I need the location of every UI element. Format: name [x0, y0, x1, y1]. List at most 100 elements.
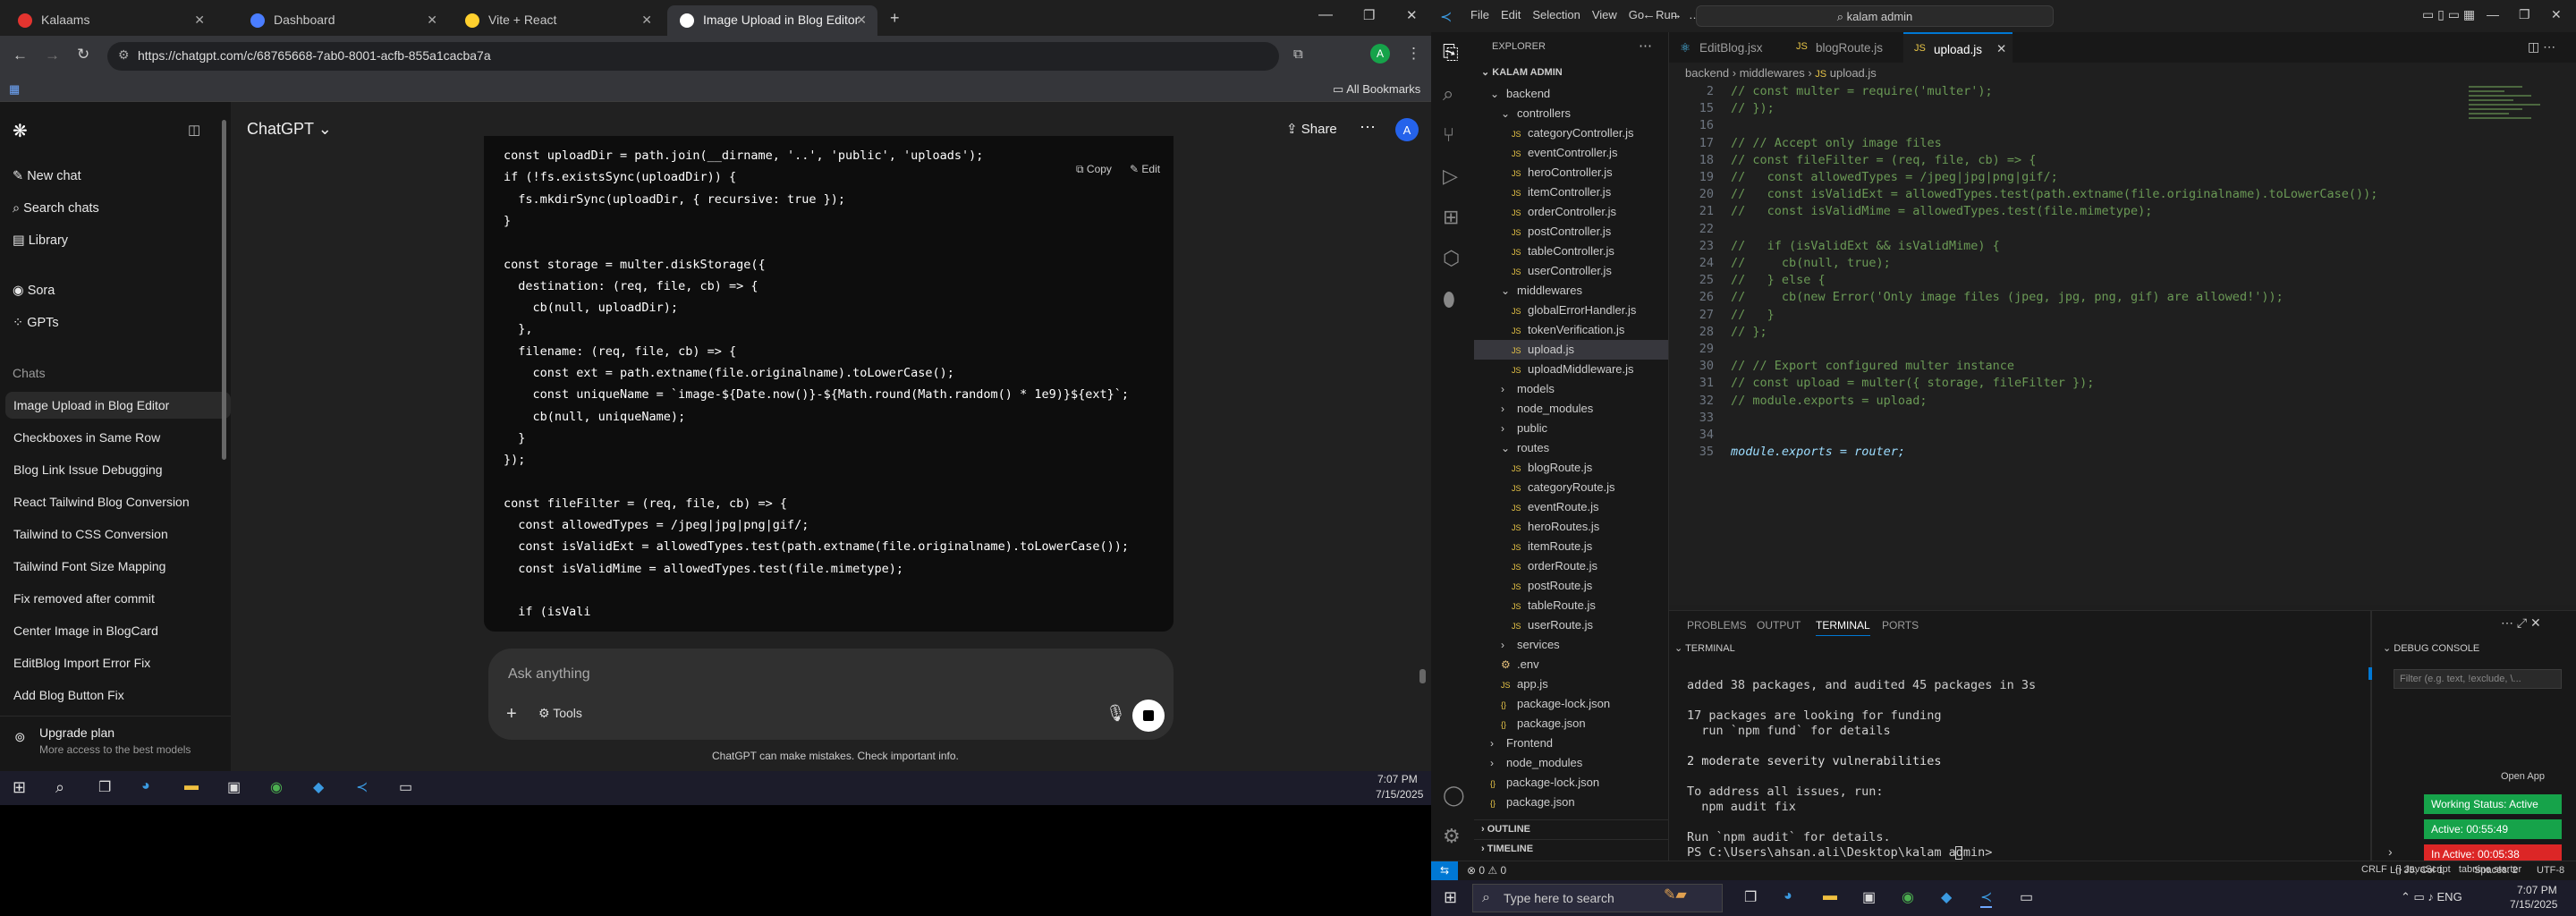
tree-item[interactable]: JS categoryController.js	[1474, 123, 1668, 143]
app-icon[interactable]: ◆	[1941, 888, 1952, 906]
panel-divider[interactable]	[2370, 610, 2372, 861]
edge-icon[interactable]: ◕	[1784, 888, 1792, 904]
main-scrollbar[interactable]	[1419, 669, 1426, 683]
chat-item[interactable]: Tailwind Font Size Mapping	[0, 553, 225, 580]
chat-item[interactable]: Fix removed after commit	[0, 585, 225, 612]
command-center[interactable]: ⌕ kalam admin	[1696, 5, 2054, 27]
edit-button[interactable]: ✎ Edit	[1130, 163, 1160, 175]
tree-item[interactable]: JS itemRoute.js	[1474, 537, 1668, 556]
terminal-icon[interactable]: ▭	[2020, 888, 2033, 906]
tree-item[interactable]: JS userRoute.js	[1474, 615, 1668, 635]
gear-icon[interactable]: ⚙	[1443, 825, 1461, 848]
all-bookmarks[interactable]: ▭ All Bookmarks	[1333, 82, 1420, 97]
language-mode[interactable]: {} JavaScript	[2395, 864, 2451, 875]
breadcrumb-item[interactable]: backend	[1685, 66, 1729, 80]
store-icon[interactable]: ▣	[227, 778, 241, 796]
tree-item[interactable]: ⚙ .env	[1474, 655, 1668, 674]
debug-console-header[interactable]: ⌄ DEBUG CONSOLE	[2383, 640, 2576, 657]
terminal-header[interactable]: ⌄ TERMINAL	[1669, 640, 2385, 657]
tree-item[interactable]: JS tableController.js	[1474, 242, 1668, 261]
tree-item[interactable]: JS eventRoute.js	[1474, 497, 1668, 517]
browser-tab-3[interactable]: Image Upload in Blog Editor ✕	[667, 5, 877, 36]
system-tray-icons[interactable]: ⌃ ▭ ♪ ENG	[2401, 890, 2462, 904]
search-icon[interactable]: ⌕	[55, 778, 64, 797]
task-view-icon[interactable]: ❐	[98, 778, 111, 796]
close-window-icon[interactable]: ✕	[1406, 7, 1418, 23]
tree-item[interactable]: JS tableRoute.js	[1474, 596, 1668, 615]
tree-item[interactable]: JS heroRoutes.js	[1474, 517, 1668, 537]
share-button[interactable]: ⇪ Share	[1286, 121, 1337, 137]
tree-item[interactable]: JS uploadMiddleware.js	[1474, 360, 1668, 379]
chat-item[interactable]: Tailwind to CSS Conversion	[0, 521, 225, 547]
nav-gpts[interactable]: ⁘ GPTs	[13, 316, 59, 330]
new-tab-icon[interactable]: +	[890, 9, 900, 28]
chat-item[interactable]: Center Image in BlogCard	[0, 617, 225, 644]
apps-icon[interactable]: ▦	[9, 82, 20, 97]
terminal-icon[interactable]: ▭	[399, 778, 412, 796]
account-icon[interactable]: ◯	[1443, 784, 1465, 807]
line-ending[interactable]: CRLF	[2361, 864, 2387, 875]
panel-tab-ports[interactable]: PORTS	[1882, 619, 1919, 632]
tree-item[interactable]: JS userController.js	[1474, 261, 1668, 281]
edge-icon[interactable]: ◕	[141, 778, 150, 794]
tree-item[interactable]: JS app.js	[1474, 674, 1668, 694]
windows-start-icon[interactable]: ⊞	[1444, 888, 1457, 907]
close-window-icon[interactable]: ✕	[2551, 7, 2562, 22]
address-bar[interactable]: https://chatgpt.com/c/68765668-7ab0-8001…	[107, 42, 1279, 71]
nav-search-chats[interactable]: ⌕ Search chats	[13, 201, 99, 216]
back-icon[interactable]: ←	[13, 47, 28, 64]
minimize-icon[interactable]: —	[1318, 7, 1333, 23]
forward-icon[interactable]: →	[45, 47, 60, 64]
more-icon[interactable]: ⋯	[1639, 38, 1652, 54]
vscode-icon[interactable]: ≺	[1980, 888, 1993, 908]
maximize-icon[interactable]: ❐	[1363, 7, 1375, 23]
file-explorer-icon[interactable]: ▬	[1823, 888, 1837, 904]
chat-item[interactable]: EditBlog Import Error Fix	[0, 649, 225, 676]
tree-item[interactable]: › services	[1474, 635, 1668, 655]
toggle-sidebar-icon[interactable]: ◫	[188, 122, 200, 138]
mic-icon[interactable]: 🎙	[1106, 704, 1126, 723]
tree-item[interactable]: JS orderRoute.js	[1474, 556, 1668, 576]
nav-new-chat[interactable]: ✎ New chat	[13, 169, 81, 183]
extensions-icon[interactable]: ⊞	[1443, 206, 1459, 229]
minimize-icon[interactable]: —	[2487, 7, 2499, 21]
menu-item[interactable]: View	[1592, 8, 1617, 21]
chrome-icon[interactable]: ◉	[1902, 888, 1914, 906]
tabnine-status[interactable]: tabnine starter	[2459, 864, 2521, 875]
chat-item[interactable]: Add Blog Button Fix	[0, 682, 225, 708]
back-icon[interactable]: ←	[1642, 7, 1656, 22]
tree-item[interactable]: JS globalErrorHandler.js	[1474, 301, 1668, 320]
tree-item[interactable]: ⌄ controllers	[1474, 104, 1668, 123]
chat-item[interactable]: Image Upload in Blog Editor	[5, 392, 231, 419]
mongodb-icon[interactable]: ⬮	[1443, 288, 1455, 311]
nav-sora[interactable]: ◉ Sora	[13, 284, 55, 298]
sidebar-scrollbar[interactable]	[222, 120, 226, 460]
editor-tab-editblog[interactable]: ⚛ EditBlog.jsx	[1669, 32, 1784, 63]
layout-icon[interactable]: ▭ ▯ ▭ ▦	[2422, 7, 2475, 22]
openai-logo-icon[interactable]: ❋	[13, 120, 28, 142]
tree-item[interactable]: JS postController.js	[1474, 222, 1668, 242]
maximize-icon[interactable]: ❐	[2519, 7, 2530, 22]
store-icon[interactable]: ▣	[1862, 888, 1876, 906]
close-icon[interactable]: ✕	[1996, 42, 2006, 56]
panel-tab-problems[interactable]: PROBLEMS	[1687, 619, 1747, 632]
close-icon[interactable]: ✕	[856, 13, 867, 28]
chat-item[interactable]: Blog Link Issue Debugging	[0, 456, 225, 483]
prompt-input[interactable]: Ask anything	[508, 666, 590, 683]
tree-item[interactable]: › node_modules	[1474, 399, 1668, 419]
tree-item[interactable]: JS eventController.js	[1474, 143, 1668, 163]
close-icon[interactable]: ✕	[641, 13, 652, 28]
menu-item[interactable]: Selection	[1532, 8, 1580, 21]
chat-item[interactable]: React Tailwind Blog Conversion	[0, 488, 225, 515]
editor-tab-blogroute[interactable]: JS blogRoute.js	[1785, 32, 1902, 63]
panel-actions-icon[interactable]: ⋯ ⤢ ✕	[2501, 615, 2541, 631]
outline-section[interactable]: › OUTLINE	[1474, 819, 1668, 839]
run-debug-icon[interactable]: ▷	[1443, 165, 1458, 188]
tree-item[interactable]: JS itemController.js	[1474, 182, 1668, 202]
close-icon[interactable]: ✕	[427, 13, 437, 28]
open-app-link[interactable]: Open App	[2501, 771, 2545, 782]
nav-library[interactable]: ▤ Library	[13, 233, 68, 248]
browser-tab-0[interactable]: Kalaams ✕	[5, 5, 216, 36]
profile-avatar[interactable]: A	[1370, 44, 1390, 64]
tree-item[interactable]: › public	[1474, 419, 1668, 438]
